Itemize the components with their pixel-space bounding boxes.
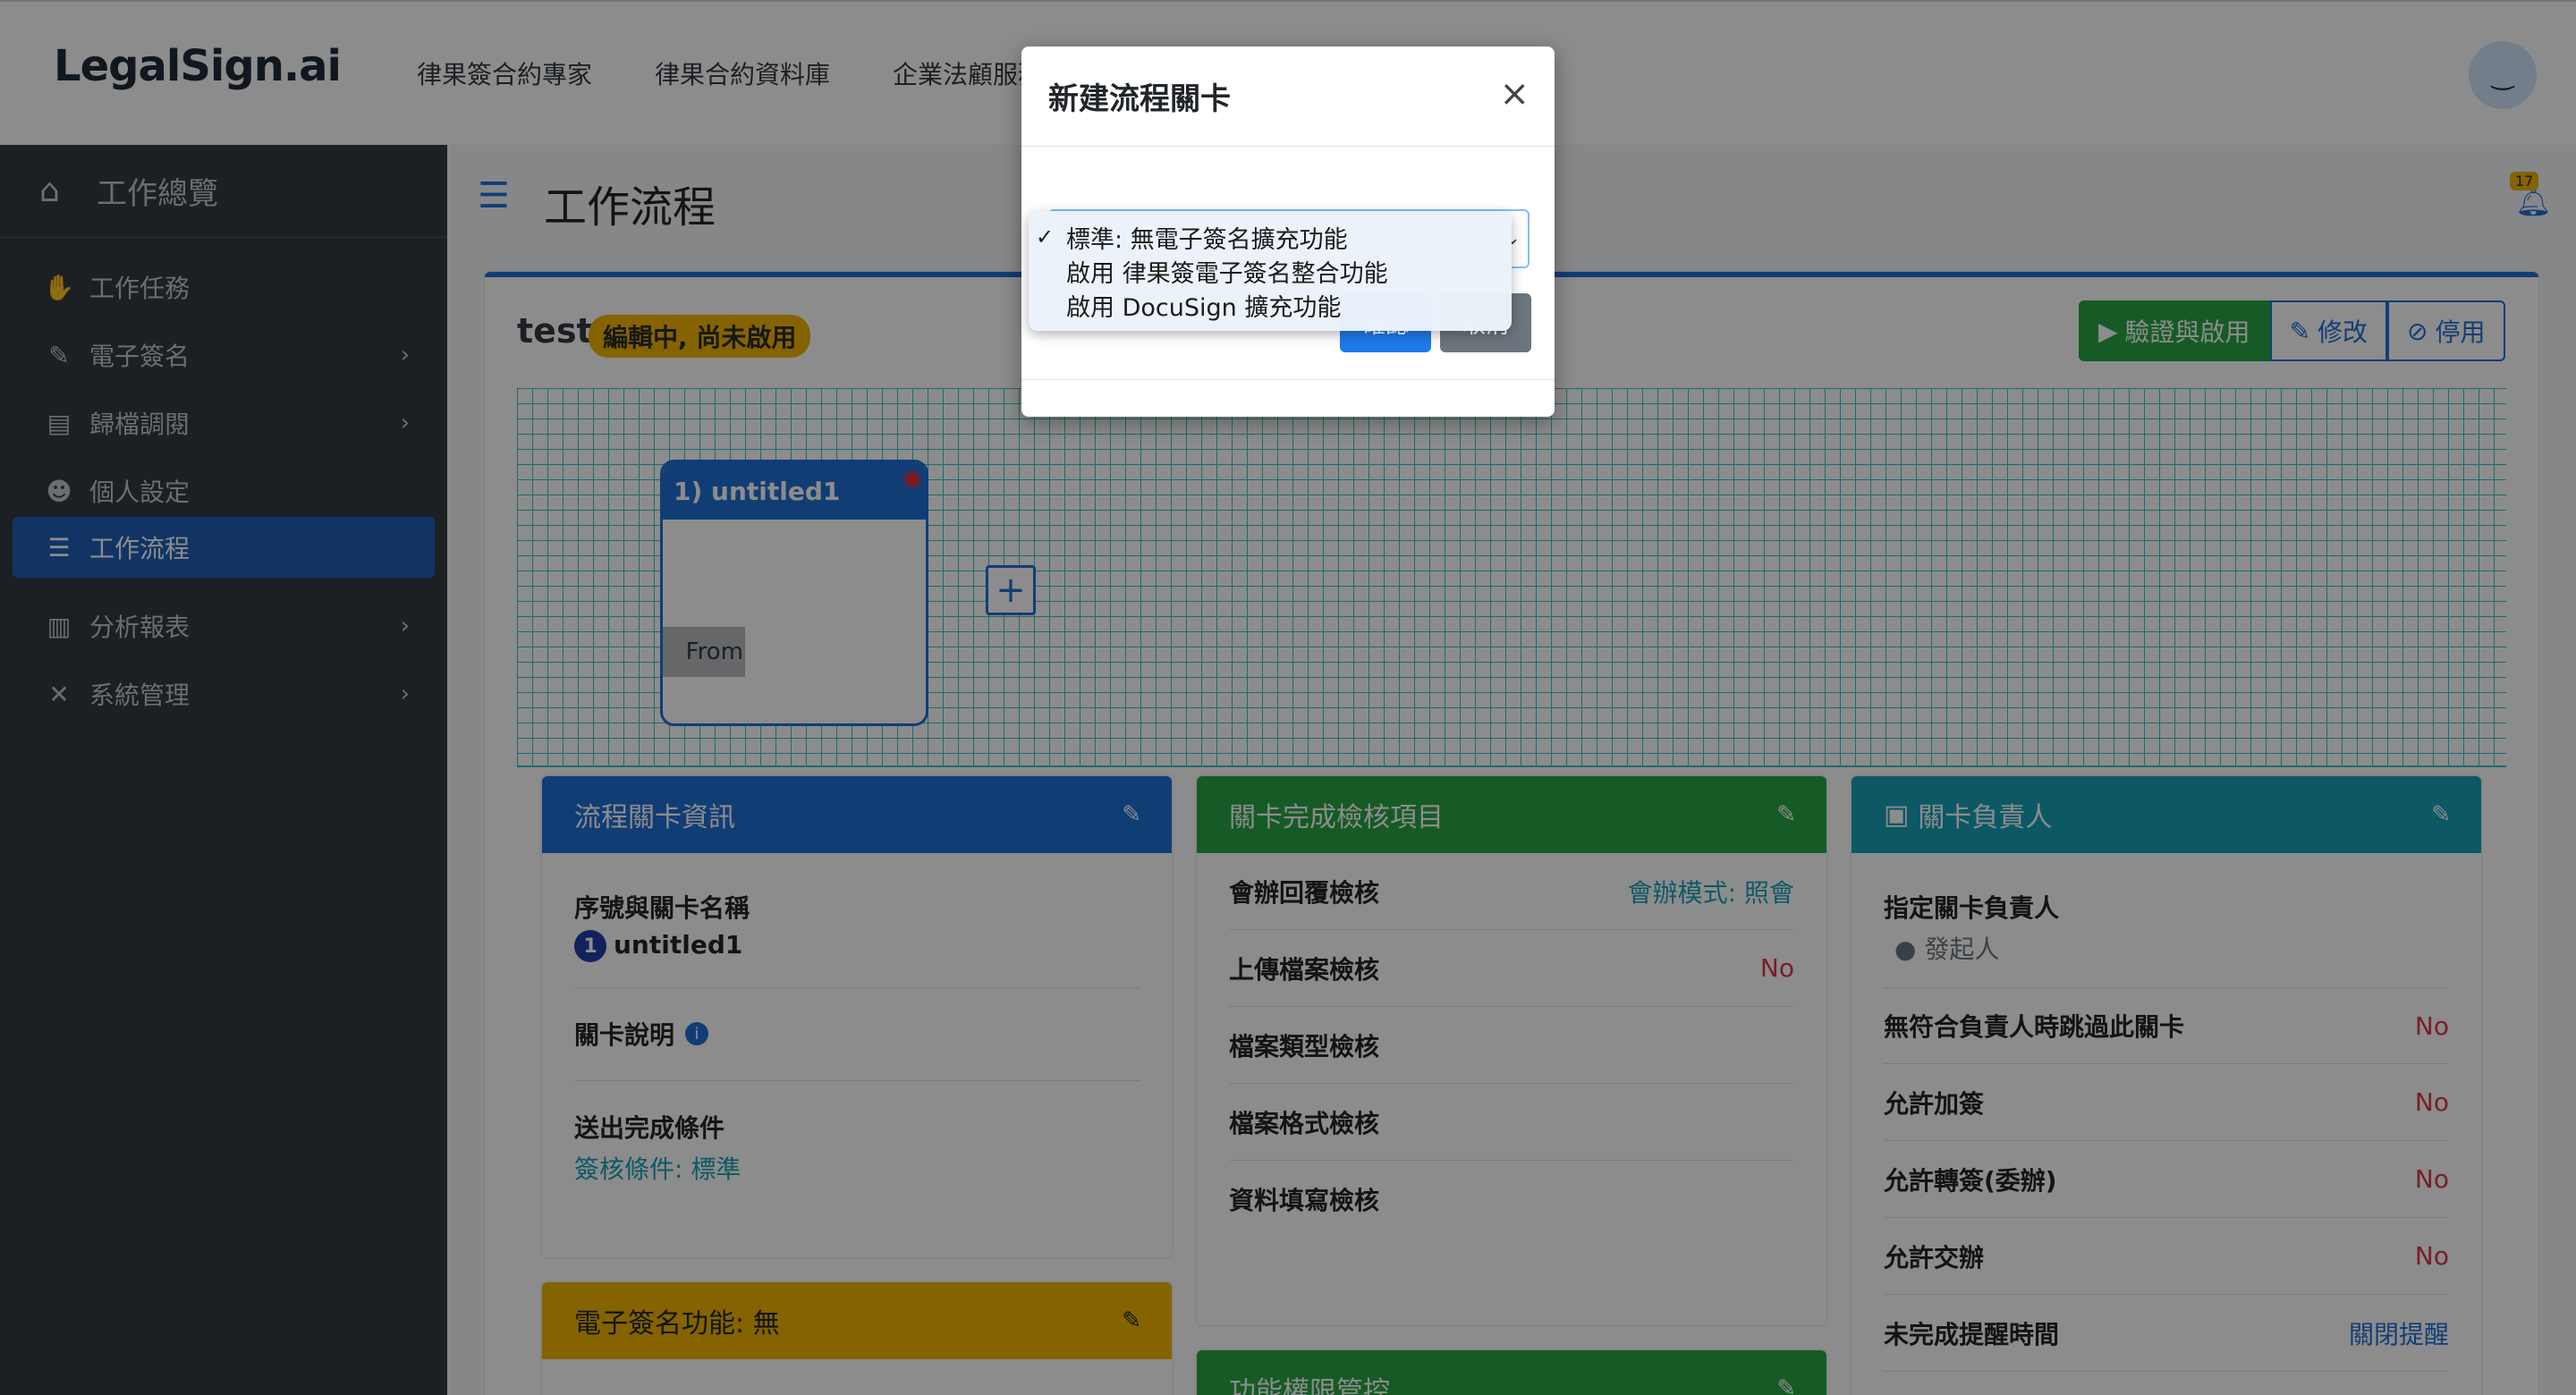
option-label: 啟用 律果簽電子簽名整合功能 bbox=[1066, 259, 1388, 288]
option-standard[interactable]: ✓ 標準: 無電子簽名擴充功能 bbox=[1029, 220, 1512, 254]
option-docusign[interactable]: 啟用 DocuSign 擴充功能 bbox=[1029, 288, 1512, 322]
close-icon[interactable]: × bbox=[1499, 73, 1530, 114]
modal-header: 新建流程關卡 bbox=[1021, 46, 1555, 147]
modal-footer bbox=[1021, 379, 1555, 380]
option-label: 標準: 無電子簽名擴充功能 bbox=[1066, 225, 1348, 254]
modal-title: 新建流程關卡 bbox=[1048, 81, 1231, 117]
checkmark-icon: ✓ bbox=[1036, 224, 1055, 249]
stage-type-dropdown: ✓ 標準: 無電子簽名擴充功能 啟用 律果簽電子簽名整合功能 啟用 DocuSi… bbox=[1029, 211, 1512, 331]
option-label: 啟用 DocuSign 擴充功能 bbox=[1066, 293, 1342, 322]
option-legalsign-esign[interactable]: 啟用 律果簽電子簽名整合功能 bbox=[1029, 254, 1512, 288]
